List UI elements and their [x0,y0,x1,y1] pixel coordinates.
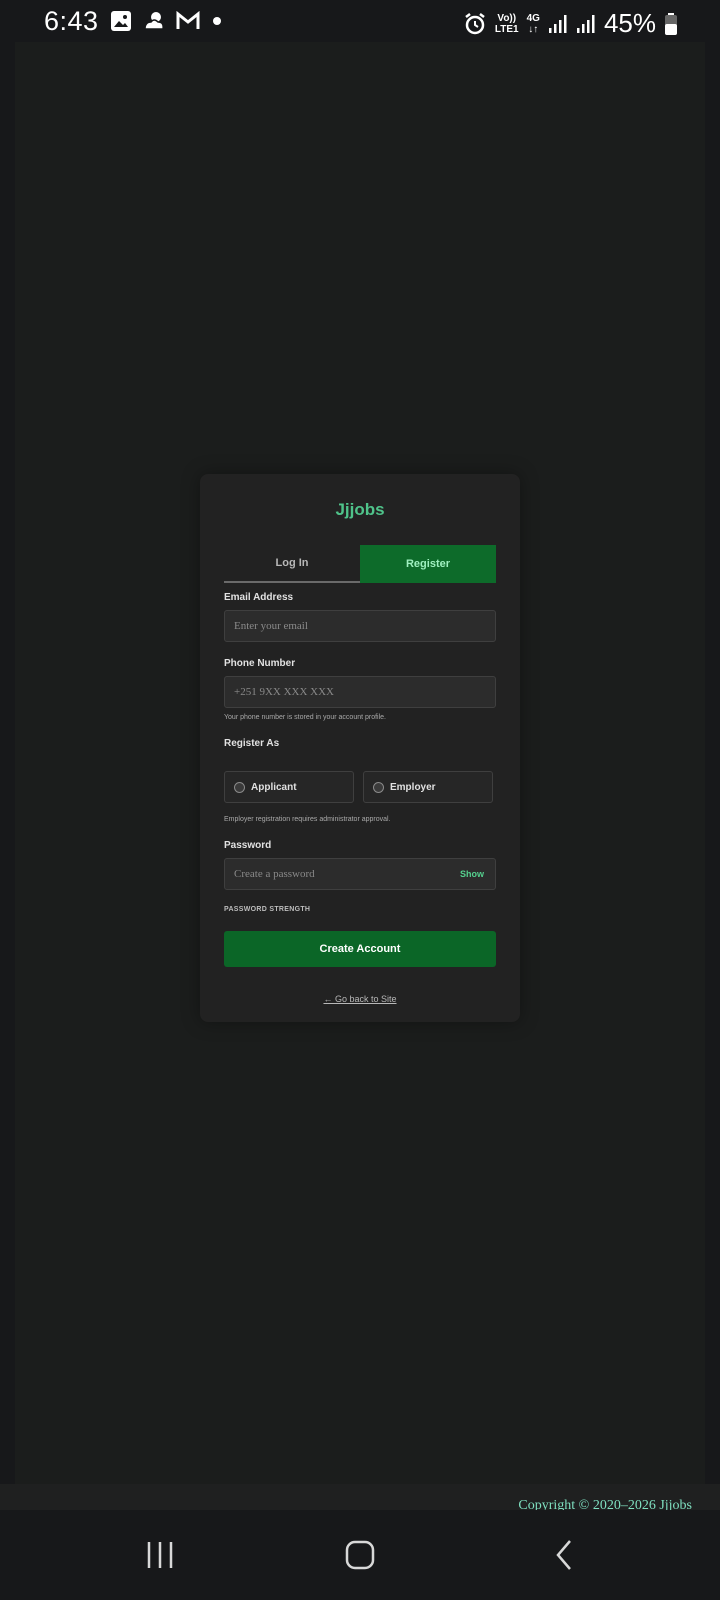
network-label: Vo)) LTE1 [495,13,519,35]
back-button[interactable] [534,1530,594,1580]
navigation-bar [0,1510,720,1600]
create-account-button[interactable]: Create Account [224,931,496,967]
status-bar: 6:43 Vo)) LTE1 4G ↓↑ 45% [0,0,720,46]
gmail-icon [176,11,200,29]
copyright-text: Copyright © 2020–2026 Jjjobs [518,1498,692,1510]
network-type: 4G ↓↑ [527,13,540,35]
recent-apps-icon [147,1542,173,1568]
tab-register[interactable]: Register [360,545,496,583]
alarm-icon [465,12,485,34]
register-as-label: Register As [224,738,280,749]
notification-icons [110,10,224,32]
email-field[interactable]: Enter your email [224,610,496,642]
show-password-button[interactable]: Show [460,869,484,879]
radio-employer-label: Employer [390,781,436,793]
email-label: Email Address [224,592,294,603]
network-type-label: 4G [526,12,540,24]
phone-hint: Your phone number is stored in your acco… [224,714,387,721]
radio-circle[interactable] [234,781,245,793]
data-arrows-icon: ↓↑ [528,23,539,35]
dot-icon [213,17,221,25]
phone-label: Phone Number [224,658,296,669]
employer-hint: Employer registration requires administr… [224,816,391,823]
auth-tabs: Log In Register [224,545,496,583]
home-button[interactable] [330,1530,390,1580]
phone-field[interactable]: +251 9XX XXX XXX [224,676,496,708]
weather-icon [144,12,164,30]
gallery-icon [111,11,131,31]
password-strength-label: PASSWORD STRENGTH [224,906,311,913]
battery-icon [665,12,677,35]
password-field[interactable]: Create a password [224,858,496,890]
radio-applicant[interactable]: Applicant [224,771,354,803]
back-to-site-link[interactable]: ← Go back to Site [200,994,520,1004]
status-time: 6:43 [44,6,99,36]
radio-employer[interactable]: Employer [363,771,493,803]
lte-label: LTE1 [494,23,519,35]
auth-card: Jjjobs Log In Register Email Address Ent… [200,474,520,1022]
home-icon [345,1540,375,1570]
volte-label: Vo)) [497,12,517,24]
recent-apps-button[interactable] [130,1530,190,1580]
battery-percent: 45% [603,8,656,38]
brand-title: Jjjobs [335,500,385,519]
footer: Copyright © 2020–2026 Jjjobs [0,1484,720,1510]
radio-applicant-label: Applicant [251,781,297,793]
signal-icon [576,14,595,33]
signal-icon [548,14,567,33]
radio-circle[interactable] [373,781,384,793]
password-label: Password [224,840,272,851]
system-icons: Vo)) LTE1 4G ↓↑ 45% [463,8,678,39]
tab-login[interactable]: Log In [224,545,360,583]
back-icon [556,1540,571,1570]
